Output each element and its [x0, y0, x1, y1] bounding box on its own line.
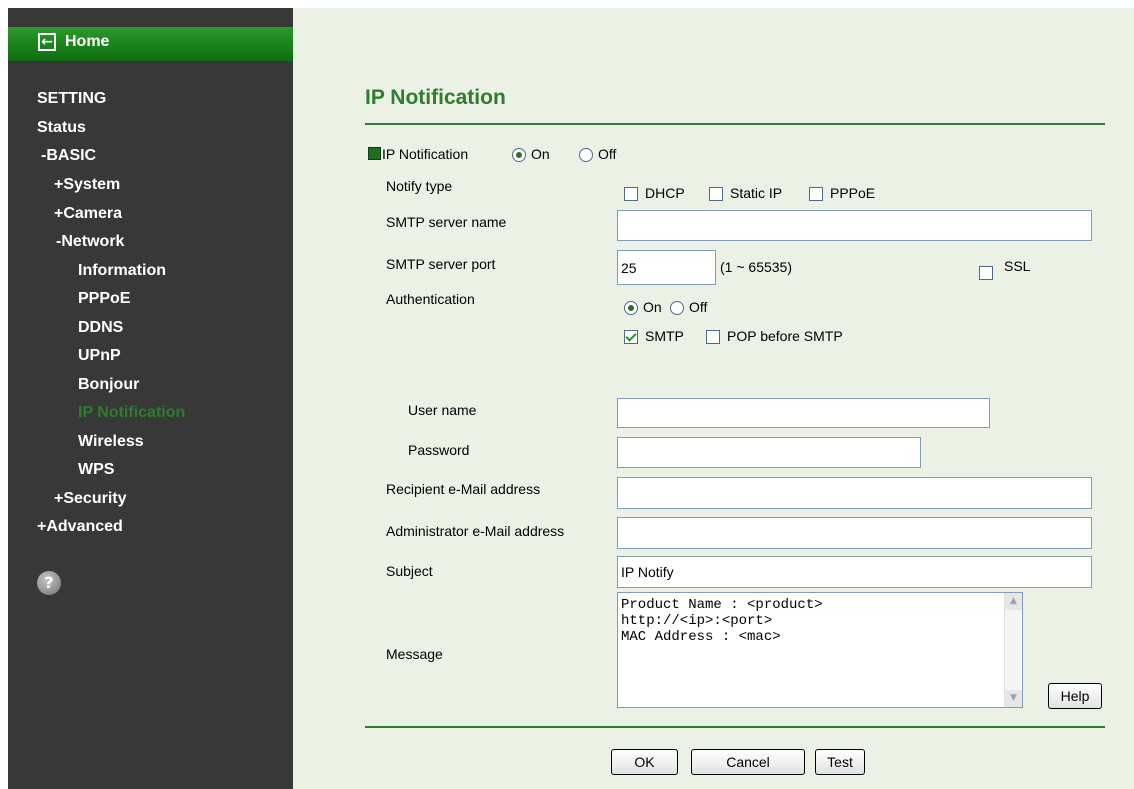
ssl-label: SSL [1004, 258, 1031, 274]
sidebar-item-upnp[interactable]: UPnP [78, 347, 121, 365]
port-range-hint: (1 ~ 65535) [720, 259, 792, 275]
authentication-off-radio[interactable] [670, 301, 684, 315]
sidebar-item-wps[interactable]: WPS [78, 461, 114, 479]
sidebar-item-status[interactable]: Status [37, 119, 86, 137]
help-button[interactable]: Help [1048, 683, 1102, 709]
ip-notification-off-label: Off [598, 146, 617, 162]
password-label: Password [408, 442, 470, 458]
ip-notification-on-radio[interactable] [512, 148, 526, 162]
sidebar-item-system[interactable]: +System [54, 176, 120, 194]
triangle-down-icon[interactable]: ▼ [1005, 690, 1022, 707]
smtp-server-port-label: SMTP server port [386, 256, 496, 272]
sidebar-item-wireless[interactable]: Wireless [78, 433, 144, 451]
notify-static-ip-checkbox[interactable] [709, 187, 723, 201]
page-title: IP Notification [365, 86, 506, 109]
subject-label: Subject [386, 563, 433, 579]
subject-input[interactable] [617, 556, 1092, 588]
ip-notification-on-label: On [531, 146, 550, 162]
administrator-email-label: Administrator e-Mail address [386, 523, 565, 539]
authentication-label: Authentication [386, 291, 475, 307]
smtp-server-name-input[interactable] [617, 210, 1092, 241]
notify-static-ip-label: Static IP [730, 185, 783, 201]
cancel-button[interactable]: Cancel [691, 749, 805, 775]
auth-pop-before-smtp-label: POP before SMTP [727, 328, 843, 344]
message-label: Message [386, 646, 443, 662]
message-textarea[interactable]: Product Name : <product> http://<ip>:<po… [617, 592, 1023, 708]
smtp-server-name-label: SMTP server name [386, 214, 507, 230]
sidebar-item-network[interactable]: -Network [56, 233, 124, 251]
test-button[interactable]: Test [815, 749, 865, 775]
back-arrow-icon: ← [38, 33, 56, 51]
notify-dhcp-label: DHCP [645, 185, 685, 201]
sidebar-item-ip-notification[interactable]: IP Notification [78, 404, 185, 422]
user-name-input[interactable] [617, 398, 990, 428]
sidebar-item-security[interactable]: +Security [54, 490, 126, 508]
auth-pop-before-smtp-checkbox[interactable] [706, 330, 720, 344]
sidebar-item-advanced[interactable]: +Advanced [37, 518, 123, 536]
message-scrollbar[interactable]: ▲ ▼ [1004, 593, 1022, 707]
sidebar-heading-setting: SETTING [37, 90, 107, 107]
message-text: Product Name : <product> http://<ip>:<po… [621, 597, 823, 645]
smtp-server-port-input[interactable] [617, 250, 716, 285]
recipient-email-input[interactable] [617, 477, 1092, 509]
sidebar-item-camera[interactable]: +Camera [54, 205, 122, 223]
question-circle-icon[interactable]: ? [37, 571, 61, 595]
sidebar-item-ddns[interactable]: DDNS [78, 319, 123, 337]
authentication-off-label: Off [689, 299, 708, 315]
content-panel: IP Notification IP Notification On Off N… [293, 8, 1134, 789]
administrator-email-input[interactable] [617, 517, 1092, 549]
auth-smtp-checkbox[interactable] [624, 330, 638, 344]
sidebar-item-pppoe[interactable]: PPPoE [78, 290, 130, 308]
ip-notification-label: IP Notification [382, 146, 469, 162]
sidebar-item-basic[interactable]: -BASIC [41, 147, 96, 165]
user-name-label: User name [408, 402, 477, 418]
triangle-up-icon[interactable]: ▲ [1005, 593, 1022, 610]
authentication-on-label: On [643, 299, 662, 315]
ssl-checkbox[interactable] [979, 266, 993, 280]
notify-dhcp-checkbox[interactable] [624, 187, 638, 201]
section-bullet-icon [368, 147, 381, 160]
home-link[interactable]: ← Home [8, 27, 293, 61]
ip-notification-off-radio[interactable] [579, 148, 593, 162]
footer-divider [365, 726, 1105, 728]
auth-smtp-label: SMTP [645, 328, 684, 344]
title-divider [365, 123, 1105, 125]
notify-pppoe-checkbox[interactable] [809, 187, 823, 201]
notify-pppoe-label: PPPoE [830, 185, 876, 201]
recipient-email-label: Recipient e-Mail address [386, 481, 541, 497]
sidebar-item-information[interactable]: Information [78, 262, 166, 280]
ok-button[interactable]: OK [611, 749, 678, 775]
password-input[interactable] [617, 437, 921, 468]
notify-type-label: Notify type [386, 178, 453, 194]
home-label: Home [65, 33, 110, 50]
sidebar-item-bonjour[interactable]: Bonjour [78, 376, 139, 394]
authentication-on-radio[interactable] [624, 301, 638, 315]
